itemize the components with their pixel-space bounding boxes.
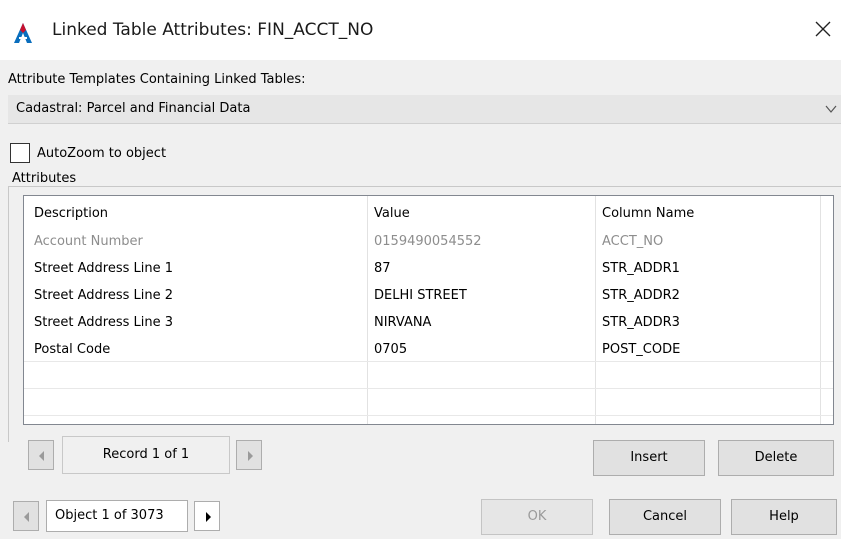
attributes-group-label: Attributes	[12, 171, 81, 186]
autocad-map-icon	[14, 23, 32, 43]
previous-record-button[interactable]	[28, 440, 54, 470]
row-column-name: ACCT_NO	[602, 234, 664, 249]
attributes-table[interactable]: Description Value Column Name Account Nu…	[23, 195, 834, 425]
triangle-right-icon	[248, 451, 253, 461]
title-bar: Linked Table Attributes: FIN_ACCT_NO	[0, 0, 841, 60]
next-object-button[interactable]	[194, 501, 220, 531]
row-value: 0159490054552	[374, 234, 482, 249]
table-row[interactable]: Street Address Line 3 NIRVANA STR_ADDR3	[24, 309, 833, 336]
window-title: Linked Table Attributes: FIN_ACCT_NO	[52, 20, 374, 40]
row-divider	[24, 361, 833, 362]
table-row[interactable]: Postal Code 0705 POST_CODE	[24, 336, 833, 363]
templates-label: Attribute Templates Containing Linked Ta…	[8, 72, 306, 87]
next-record-button[interactable]	[236, 440, 262, 470]
row-divider	[24, 388, 833, 389]
templates-dropdown[interactable]: Cadastral: Parcel and Financial Data	[8, 95, 841, 124]
triangle-right-icon	[206, 512, 211, 522]
table-row[interactable]: Account Number 0159490054552 ACCT_NO	[24, 228, 833, 255]
row-value[interactable]: 0705	[374, 342, 407, 357]
row-description: Account Number	[34, 234, 143, 249]
triangle-left-icon	[24, 512, 29, 522]
row-description: Street Address Line 1	[34, 261, 174, 276]
help-button[interactable]: Help	[731, 499, 837, 535]
previous-object-button[interactable]	[13, 501, 39, 531]
row-value[interactable]: 87	[374, 261, 391, 276]
chevron-down-icon	[825, 105, 837, 113]
row-column-name: STR_ADDR1	[602, 261, 680, 276]
delete-button[interactable]: Delete	[718, 440, 834, 476]
column-header-column-name[interactable]: Column Name	[602, 206, 694, 221]
templates-selected: Cadastral: Parcel and Financial Data	[16, 101, 251, 116]
object-indicator: Object 1 of 3073	[46, 500, 188, 532]
close-icon[interactable]	[810, 16, 836, 42]
table-row[interactable]: Street Address Line 2 DELHI STREET STR_A…	[24, 282, 833, 309]
ok-button[interactable]: OK	[481, 499, 593, 535]
row-column-name: POST_CODE	[602, 342, 681, 357]
triangle-left-icon	[39, 451, 44, 461]
row-description: Street Address Line 2	[34, 288, 174, 303]
row-value[interactable]: DELHI STREET	[374, 288, 467, 303]
row-column-name: STR_ADDR2	[602, 288, 680, 303]
column-header-description[interactable]: Description	[34, 206, 108, 221]
row-column-name: STR_ADDR3	[602, 315, 680, 330]
record-indicator: Record 1 of 1	[62, 436, 230, 474]
column-header-value[interactable]: Value	[374, 206, 410, 221]
table-row[interactable]: Street Address Line 1 87 STR_ADDR1	[24, 255, 833, 282]
cancel-button[interactable]: Cancel	[609, 499, 721, 535]
row-value[interactable]: NIRVANA	[374, 315, 431, 330]
row-description: Postal Code	[34, 342, 111, 357]
insert-button[interactable]: Insert	[593, 440, 705, 476]
row-description: Street Address Line 3	[34, 315, 174, 330]
row-divider	[24, 415, 833, 416]
table-header: Description Value Column Name	[24, 196, 833, 230]
autozoom-label[interactable]: AutoZoom to object	[37, 146, 166, 161]
autozoom-checkbox[interactable]	[10, 143, 30, 163]
